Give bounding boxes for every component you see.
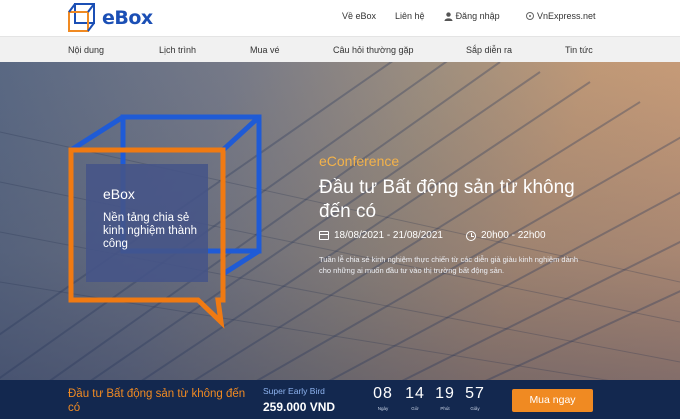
- nav-item-news[interactable]: Tin tức: [565, 37, 593, 63]
- ticket-price: 259.000 VND: [263, 400, 336, 414]
- event-type: eConference: [319, 153, 400, 169]
- event-description: Tuần lễ chia sẻ kinh nghiệm thực chiến t…: [319, 255, 579, 275]
- about-ebox-link[interactable]: Về eBox: [342, 11, 376, 21]
- login-link[interactable]: Đăng nhập: [444, 11, 500, 21]
- nav-item-upcoming[interactable]: Sắp diễn ra: [466, 37, 512, 63]
- event-time-text: 20h00 - 22h00: [481, 230, 546, 241]
- top-links: Về eBox Liên hệ Đăng nhập: [342, 0, 500, 32]
- nav-item-schedule[interactable]: Lịch trình: [159, 37, 196, 63]
- logo-text: eBox: [102, 7, 153, 29]
- contact-link[interactable]: Liên hệ: [395, 11, 425, 21]
- event-date-text: 18/08/2021 - 21/08/2021: [334, 230, 443, 241]
- countdown-minutes: 19 Phút: [431, 385, 459, 412]
- nav-item-content[interactable]: Nội dung: [68, 37, 104, 63]
- ebox-logo[interactable]: eBox: [67, 2, 153, 34]
- calendar-icon: [319, 231, 329, 240]
- nav-item-buy-ticket[interactable]: Mua vé: [250, 37, 280, 63]
- ebox-cube-logo-icon: [68, 3, 95, 32]
- ticket-bar: Đầu tư Bất động sản từ không đến có Supe…: [0, 380, 680, 419]
- countdown-days: 08 Ngày: [369, 385, 397, 412]
- user-icon: [444, 11, 453, 21]
- main-nav: Nội dung Lịch trình Mua vé Câu hỏi thườn…: [0, 36, 680, 62]
- countdown: 08 Ngày 14 Giờ 19 Phút 57 Giây: [367, 380, 501, 419]
- countdown-value: 14: [405, 385, 425, 402]
- countdown-seconds: 57 Giây: [461, 385, 489, 412]
- countdown-label: Ngày: [377, 406, 389, 411]
- vnexpress-icon: [526, 12, 534, 20]
- event-title: Đầu tư Bất động sản từ không đến có: [319, 177, 575, 222]
- countdown-label: Phút: [440, 406, 450, 411]
- countdown-value: 57: [465, 385, 485, 402]
- countdown-hours: 14 Giờ: [401, 385, 429, 412]
- countdown-value: 08: [373, 385, 393, 402]
- event-date: 18/08/2021 - 21/08/2021: [319, 229, 443, 242]
- cube-brand: eBox: [103, 186, 135, 202]
- login-label: Đăng nhập: [455, 11, 500, 21]
- ticket-bar-title: Đầu tư Bất động sản từ không đến có: [68, 388, 246, 414]
- clock-icon: [466, 230, 476, 241]
- top-header: eBox Về eBox Liên hệ Đăng nhập VnExpress…: [0, 0, 680, 36]
- countdown-label: Giây: [470, 406, 480, 411]
- vnexpress-link[interactable]: VnExpress.net: [526, 0, 596, 32]
- event-time: 20h00 - 22h00: [466, 229, 546, 242]
- cube-tagline: Nền tảng chia sẻ kinh nghiệm thành công: [103, 212, 197, 250]
- ticket-plan: Super Early Bird: [263, 386, 325, 396]
- nav-item-faq[interactable]: Câu hỏi thường gặp: [333, 37, 413, 63]
- buy-now-button[interactable]: Mua ngay: [512, 389, 593, 412]
- countdown-label: Giờ: [411, 406, 419, 411]
- countdown-value: 19: [435, 385, 455, 402]
- vnexpress-label: VnExpress.net: [537, 11, 596, 21]
